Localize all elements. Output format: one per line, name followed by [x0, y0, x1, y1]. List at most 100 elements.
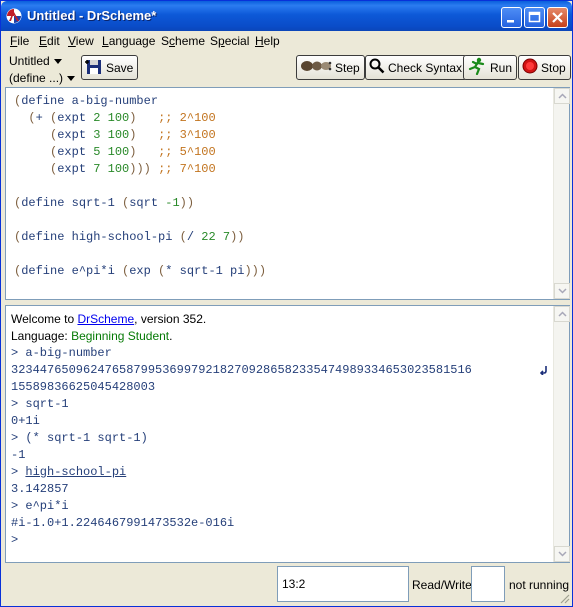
scroll-up-button[interactable] [554, 306, 570, 322]
definitions-code[interactable]: (define a-big-number (+ (expt 2 100) ;; … [14, 93, 266, 280]
running-indicator [471, 566, 505, 602]
code-token: ;; 5^100 [158, 145, 216, 159]
save-button[interactable]: Save [81, 55, 139, 80]
repl-input-line: > a-big-number [11, 345, 112, 362]
prompt-glyph: > [11, 346, 26, 360]
run-button[interactable]: Run [463, 55, 518, 80]
repl-result-line: #i-1.0+1.2246467991473532e-016i [11, 516, 235, 530]
code-token: 3 100 [93, 128, 130, 142]
code-line: (expt 3 100) ;; 3^100 [14, 127, 266, 144]
code-token: define e^pi*i [21, 264, 123, 278]
code-line: (define a-big-number [14, 93, 266, 110]
menu-help[interactable]: Help [255, 34, 280, 48]
code-token: expt [57, 128, 94, 142]
floppy-disk-icon [85, 57, 103, 78]
line-wrap-icon [540, 366, 547, 375]
prompt-glyph: > [11, 499, 26, 513]
title-bar[interactable]: Untitled - DrScheme* [1, 1, 572, 31]
footprints-icon [300, 58, 332, 77]
chevron-down-icon [558, 551, 567, 557]
running-man-icon [467, 57, 487, 78]
repl-expression: (* sqrt-1 sqrt-1) [25, 431, 148, 445]
chevron-up-icon [558, 311, 567, 317]
window-title: Untitled - DrScheme* [27, 8, 157, 23]
code-token: )) [230, 230, 245, 244]
drscheme-window: Untitled - DrScheme* File Edit View Lang… [0, 0, 573, 607]
minimize-icon [507, 20, 514, 23]
repl-input-line: > sqrt-1 [11, 396, 69, 413]
repl-input-line: > [11, 533, 19, 547]
repl-input-line: > (* sqrt-1 sqrt-1) [11, 430, 148, 447]
definitions-scrollbar[interactable] [553, 88, 570, 299]
code-token: ;; 3^100 [158, 128, 216, 142]
step-button-label: Step [335, 60, 360, 75]
code-line: (expt 5 100) ;; 5^100 [14, 144, 266, 161]
code-token: 2 100 [93, 111, 130, 125]
definitions-editor[interactable]: (define a-big-number (+ (expt 2 100) ;; … [5, 87, 570, 300]
code-token: ;; 7^100 [158, 162, 216, 176]
minimize-button[interactable] [501, 7, 522, 28]
code-token: define sqrt-1 [21, 196, 123, 210]
chevron-down-icon [67, 76, 76, 82]
file-dropdown-label: Untitled [9, 54, 50, 68]
repl-result-line: 15589836625045428003 [11, 380, 156, 394]
interactions-window[interactable]: Welcome to DrScheme, version 352. Langua… [5, 305, 570, 563]
scroll-down-button[interactable] [554, 283, 570, 299]
code-token: define high-school-pi [21, 230, 180, 244]
file-dropdown[interactable]: Untitled [9, 54, 62, 68]
menu-file[interactable]: File [10, 34, 29, 48]
scroll-down-button[interactable] [554, 546, 570, 562]
language-name: Beginning Student [71, 329, 170, 343]
code-token: * sqrt-1 pi [165, 264, 245, 278]
menu-bar: File Edit View Language Scheme Special H… [5, 32, 570, 50]
check-syntax-button-label: Check Syntax [388, 60, 463, 75]
run-button-label: Run [490, 60, 513, 75]
code-token: 22 7 [201, 230, 231, 244]
magnifying-glass-icon [369, 58, 385, 77]
prompt-glyph: > [11, 397, 26, 411]
chevron-down-icon [558, 288, 567, 294]
code-token: expt [57, 111, 94, 125]
maximize-button[interactable] [524, 7, 545, 28]
code-token: ;; 2^100 [158, 111, 216, 125]
menu-edit[interactable]: Edit [39, 34, 60, 48]
code-token: / [186, 230, 202, 244]
repl-input-line: > high-school-pi [11, 464, 126, 481]
code-token: expt [57, 162, 94, 176]
menu-language[interactable]: Language [102, 34, 155, 48]
save-button-label: Save [106, 60, 134, 75]
code-line: (define sqrt-1 (sqrt -1)) [14, 195, 266, 212]
resize-grip-icon[interactable] [558, 592, 570, 604]
language-line: Language: Beginning Student. [11, 329, 173, 343]
menu-scheme[interactable]: Scheme [161, 34, 205, 48]
running-status: not running [509, 578, 570, 592]
code-token: 7 100 [93, 162, 130, 176]
code-token: )) [179, 196, 195, 210]
menu-special[interactable]: Special [210, 34, 249, 48]
code-token: ))) [244, 264, 267, 278]
check-syntax-button[interactable]: Check Syntax [365, 55, 468, 80]
drscheme-link[interactable]: DrScheme [77, 312, 134, 326]
code-token: + [35, 111, 51, 125]
define-dropdown[interactable]: (define ...) [9, 71, 76, 85]
code-line: (+ (expt 2 100) ;; 2^100 [14, 110, 266, 127]
close-button[interactable] [547, 7, 568, 28]
repl-expression: sqrt-1 [25, 397, 69, 411]
read-write-status: Read/Write [412, 578, 472, 592]
step-button[interactable]: Step [296, 55, 365, 80]
code-token: sqrt [129, 196, 166, 210]
toolbar: Untitled (define ...) Save Step Check Sy… [5, 51, 571, 89]
repl-result-line: 3.142857 [11, 482, 69, 496]
scroll-up-button[interactable] [554, 88, 570, 104]
stop-button[interactable]: Stop [518, 55, 571, 80]
interactions-scrollbar[interactable] [553, 306, 570, 562]
maximize-icon [528, 11, 541, 23]
menu-view[interactable]: View [68, 34, 94, 48]
